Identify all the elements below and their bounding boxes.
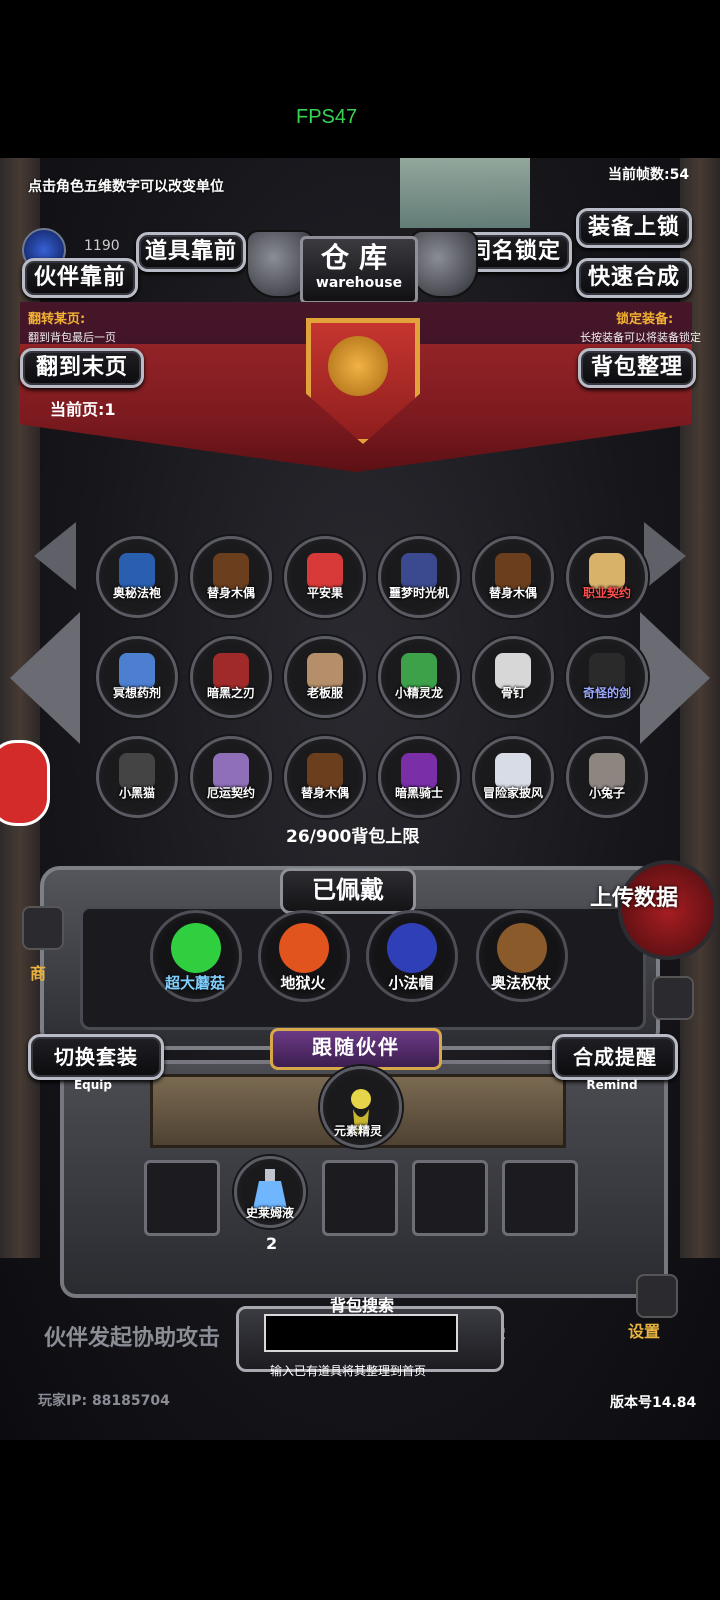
inventory-item-label: 暗黑骑士 <box>394 786 443 800</box>
switch-set-label[interactable]: 切换套装 <box>28 1034 164 1080</box>
current-page: 当前页:1 <box>50 400 116 419</box>
inventory-slot[interactable] <box>566 736 648 818</box>
staff-icon <box>497 923 547 973</box>
inventory-item-label: 小精灵龙 <box>394 686 443 700</box>
user-icon[interactable] <box>0 740 50 826</box>
merge-remind-label[interactable]: 合成提醒 <box>552 1034 678 1080</box>
inventory-slot[interactable] <box>378 736 460 818</box>
settings-label[interactable]: 设置 <box>628 1318 660 1342</box>
warehouse-subtitle: warehouse <box>315 275 403 291</box>
inventory-item-label: 平安果 <box>306 586 343 600</box>
prev-page-arrow-icon[interactable] <box>10 612 80 744</box>
shop-label[interactable]: 商 <box>30 960 46 984</box>
tip-text: 点击角色五维数字可以改变单位 <box>28 179 224 195</box>
inventory-item-label: 老板服 <box>306 686 343 700</box>
inventory-slot[interactable] <box>96 736 178 818</box>
search-hint: 输入已有道具将其整理到首页 <box>270 1364 427 1378</box>
inventory-slot[interactable] <box>96 536 178 618</box>
bag-sort-button[interactable]: 背包整理 <box>578 348 696 388</box>
right-helmet-ornament <box>410 230 478 298</box>
consumable-label: 史莱姆液 <box>245 1206 294 1220</box>
inventory-slot[interactable] <box>284 536 366 618</box>
inventory-item-label: 小黑猫 <box>118 786 155 800</box>
partner-front-button[interactable]: 伙伴靠前 <box>22 258 138 298</box>
inventory-item-label: 奥秘法袍 <box>112 586 161 600</box>
inventory-slot[interactable] <box>190 736 272 818</box>
inventory-slot[interactable] <box>472 536 554 618</box>
frame-rate-text: 当前帧数:54 <box>608 167 690 183</box>
switch-set-button[interactable]: 切换套装 Equip <box>28 1034 164 1092</box>
inventory-item-label: 厄运契约 <box>206 786 255 800</box>
inventory-slot[interactable] <box>284 636 366 718</box>
merge-remind-button[interactable]: 合成提醒 Remind <box>552 1034 682 1092</box>
inventory-item-label: 替身木偶 <box>206 586 255 600</box>
inventory-slot[interactable] <box>378 636 460 718</box>
inventory-slot[interactable] <box>472 636 554 718</box>
inventory-item-label: 小兔子 <box>588 786 625 800</box>
upload-data-label[interactable]: 上传数据 <box>590 880 678 912</box>
inventory-slot[interactable] <box>566 536 648 618</box>
quick-merge-button[interactable]: 快速合成 <box>576 258 692 298</box>
lock-equip-desc: 长按装备可以将装备锁定 <box>580 331 701 344</box>
flip-page-desc: 翻到背包最后一页 <box>28 331 116 344</box>
bag-capacity: 26/900背包上限 <box>286 827 420 847</box>
background-sky <box>400 158 530 228</box>
mushroom-icon <box>171 923 221 973</box>
equip-lock-button[interactable]: 装备上锁 <box>576 208 692 248</box>
consumable-slot-4[interactable] <box>412 1160 488 1236</box>
next-small-arrow-icon[interactable] <box>644 522 686 590</box>
partner-label: 元素精灵 <box>333 1124 382 1138</box>
player-ip: 玩家IP: 88185704 <box>38 1393 170 1409</box>
worn-item-label: 奥法权杖 <box>490 974 551 992</box>
shop-icon[interactable] <box>22 906 64 950</box>
inventory-slot[interactable] <box>96 636 178 718</box>
worn-item-label: 超大蘑菇 <box>164 974 225 992</box>
inventory-slot[interactable] <box>190 636 272 718</box>
lion-emblem-icon <box>328 336 388 396</box>
inventory-item-label: 暗黑之刃 <box>206 686 255 700</box>
next-page-arrow-icon[interactable] <box>640 612 710 744</box>
version-number: 版本号14.84 <box>610 1395 697 1411</box>
consumable-qty: 2 <box>266 1234 278 1253</box>
search-title: 背包搜索 <box>330 1296 395 1315</box>
flip-page-label: 翻转某页: <box>28 312 86 327</box>
consumable-slot-3[interactable] <box>322 1160 398 1236</box>
worn-item-label: 地狱火 <box>280 974 326 992</box>
inventory-slot[interactable] <box>284 736 366 818</box>
worn-item-label: 小法帽 <box>388 974 434 992</box>
inventory-item-label: 骨钉 <box>500 686 525 700</box>
ticker-text: 伙伴发起协助攻击 <box>44 1326 221 1351</box>
inventory-slot[interactable] <box>378 536 460 618</box>
flip-last-button[interactable]: 翻到末页 <box>20 348 144 388</box>
inventory-item-label: 冒险家披风 <box>482 786 543 800</box>
fps-counter: FPS47 <box>296 106 358 128</box>
hellfire-icon <box>279 923 329 973</box>
switch-set-sub: Equip <box>73 1078 113 1092</box>
consumable-slot-5[interactable] <box>502 1160 578 1236</box>
inventory-slot[interactable] <box>472 736 554 818</box>
warehouse-title-plate: 仓库 warehouse <box>300 236 418 304</box>
lock-equip-label: 锁定装备: <box>616 312 674 327</box>
inventory-item-label: 职业契约 <box>582 586 631 600</box>
inventory-item-label: 噩梦时光机 <box>388 586 449 600</box>
gem-count: 1190 <box>84 238 120 254</box>
merge-remind-sub: Remind <box>586 1078 638 1092</box>
inventory-item-label: 奇怪的剑 <box>582 686 631 700</box>
inventory-item-label: 冥想药剂 <box>112 686 161 700</box>
search-input[interactable] <box>264 1314 458 1352</box>
inventory-slot[interactable] <box>566 636 648 718</box>
consumable-slot-1[interactable] <box>144 1160 220 1236</box>
inventory-item-label: 替身木偶 <box>488 586 537 600</box>
gear-icon[interactable] <box>636 1274 678 1318</box>
warehouse-title: 仓库 <box>320 241 397 274</box>
inventory-slot[interactable] <box>190 536 272 618</box>
prev-small-arrow-icon[interactable] <box>34 522 76 590</box>
worn-title: 已佩戴 <box>280 868 416 914</box>
items-front-button[interactable]: 道具靠前 <box>136 232 246 272</box>
dice-icon[interactable] <box>652 976 694 1020</box>
wizard-hat-icon <box>387 923 437 973</box>
follow-partner-title: 跟随伙伴 <box>270 1028 442 1070</box>
inventory-item-label: 替身木偶 <box>300 786 349 800</box>
